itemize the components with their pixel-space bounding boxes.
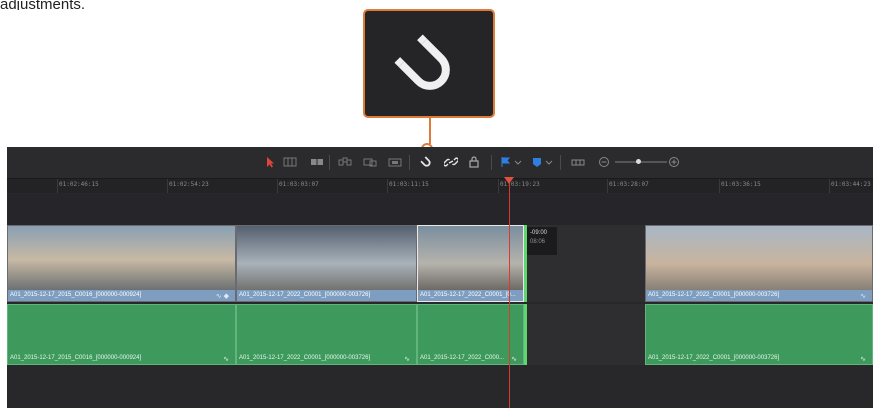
trim-tooltip: -09:00 08:06 [527, 227, 557, 255]
audio-wave-icon: ∿ [511, 356, 517, 363]
clip-label: A01_2015-12-17_2022_C0001_[000000-003726… [237, 290, 416, 301]
insert-clip-icon[interactable] [338, 156, 352, 168]
audio-gap[interactable] [527, 304, 645, 365]
blade-edit-icon[interactable] [310, 156, 324, 168]
replace-clip-icon[interactable] [388, 156, 402, 168]
clip-effect-icon: ∿ ◆ [215, 293, 229, 300]
audio-clip[interactable]: A01_2015-12-17_2022_C0001_[000000-003726… [645, 304, 873, 365]
ruler-timecode: 01:03:11:15 [389, 181, 429, 188]
ruler-timecode: 01:03:03:07 [279, 181, 319, 188]
position-lock-icon[interactable] [467, 156, 481, 168]
track-spacer [7, 194, 873, 225]
trim-offset: -09:00 [530, 230, 548, 236]
audio-clip[interactable]: A01_2015-12-17_2022_C000... ∿ [417, 304, 524, 365]
clip-label: A01_2015-12-17_2015_C0016_[000000-000924… [10, 355, 142, 361]
playhead-marker[interactable] [504, 177, 514, 184]
snapping-callout [363, 9, 495, 118]
ruler-timecode: 01:03:28:07 [609, 181, 649, 188]
linked-selection-icon[interactable] [444, 156, 458, 168]
zoom-slider-thumb[interactable] [635, 159, 641, 164]
clip-label: A01_2015-12-17_2022_C0001_[0... [418, 290, 523, 301]
timecode-ruler[interactable]: 01:02:46:15 01:02:54:23 01:03:03:07 01:0… [7, 179, 873, 193]
video-clip[interactable]: A01_2015-12-17_2015_C0016_[000000-000924… [7, 225, 236, 302]
audio-clip[interactable]: A01_2015-12-17_2015_C0016_[000000-000924… [7, 304, 236, 365]
playhead-line[interactable] [509, 179, 510, 408]
ruler-timecode: 01:02:46:15 [59, 181, 99, 188]
zoom-out-icon[interactable] [597, 156, 611, 168]
clip-label: A01_2015-12-17_2022_C0001_[000000-003726… [646, 290, 872, 301]
video-clip[interactable]: A01_2015-12-17_2022_C0001_[000000-003726… [236, 225, 417, 302]
audio-wave-icon: ∿ [223, 356, 229, 363]
flag-dropdown-chevron-icon[interactable] [511, 156, 525, 168]
zoom-slider[interactable] [615, 159, 667, 164]
ruler-timecode: 01:03:36:15 [721, 181, 761, 188]
timeline-toolbar [7, 147, 873, 179]
audio-wave-icon: ∿ [404, 356, 410, 363]
clip-label: A01_2015-12-17_2022_C000... [420, 355, 505, 361]
overwrite-clip-icon[interactable] [363, 156, 377, 168]
zoom-full-icon[interactable] [571, 156, 585, 168]
audio-clip[interactable]: A01_2015-12-17_2022_C0001_[000000-003726… [236, 304, 417, 365]
clip-effect-icon: ∿ [860, 293, 866, 300]
video-clip[interactable]: A01_2015-12-17_2022_C0001_[000000-003726… [645, 225, 873, 302]
selection-arrow-icon[interactable] [263, 156, 277, 168]
clip-label: A01_2015-12-17_2022_C0001_[000000-003726… [239, 355, 371, 361]
trim-edit-icon[interactable] [283, 156, 297, 168]
clip-label: A01_2015-12-17_2015_C0016_[000000-000924… [8, 290, 235, 301]
clip-label: A01_2015-12-17_2022_C0001_[000000-003726… [648, 355, 780, 361]
audio-wave-icon: ∿ [860, 356, 866, 363]
timeline-editor: 01:02:46:15 01:02:54:23 01:03:03:07 01:0… [7, 147, 873, 408]
snapping-icon[interactable] [419, 156, 433, 168]
ruler-timecode: 01:02:54:23 [169, 181, 209, 188]
marker-dropdown-chevron-icon[interactable] [542, 156, 556, 168]
zoom-in-icon[interactable] [667, 156, 681, 168]
magnet-snapping-icon [394, 34, 450, 90]
intro-text: adjustments. [0, 0, 86, 10]
callout-connector [429, 118, 431, 144]
video-clip-selected[interactable]: A01_2015-12-17_2022_C0001_[0... [417, 225, 524, 302]
ruler-timecode: 01:03:44:23 [831, 181, 871, 188]
trim-duration: 08:06 [530, 239, 546, 245]
